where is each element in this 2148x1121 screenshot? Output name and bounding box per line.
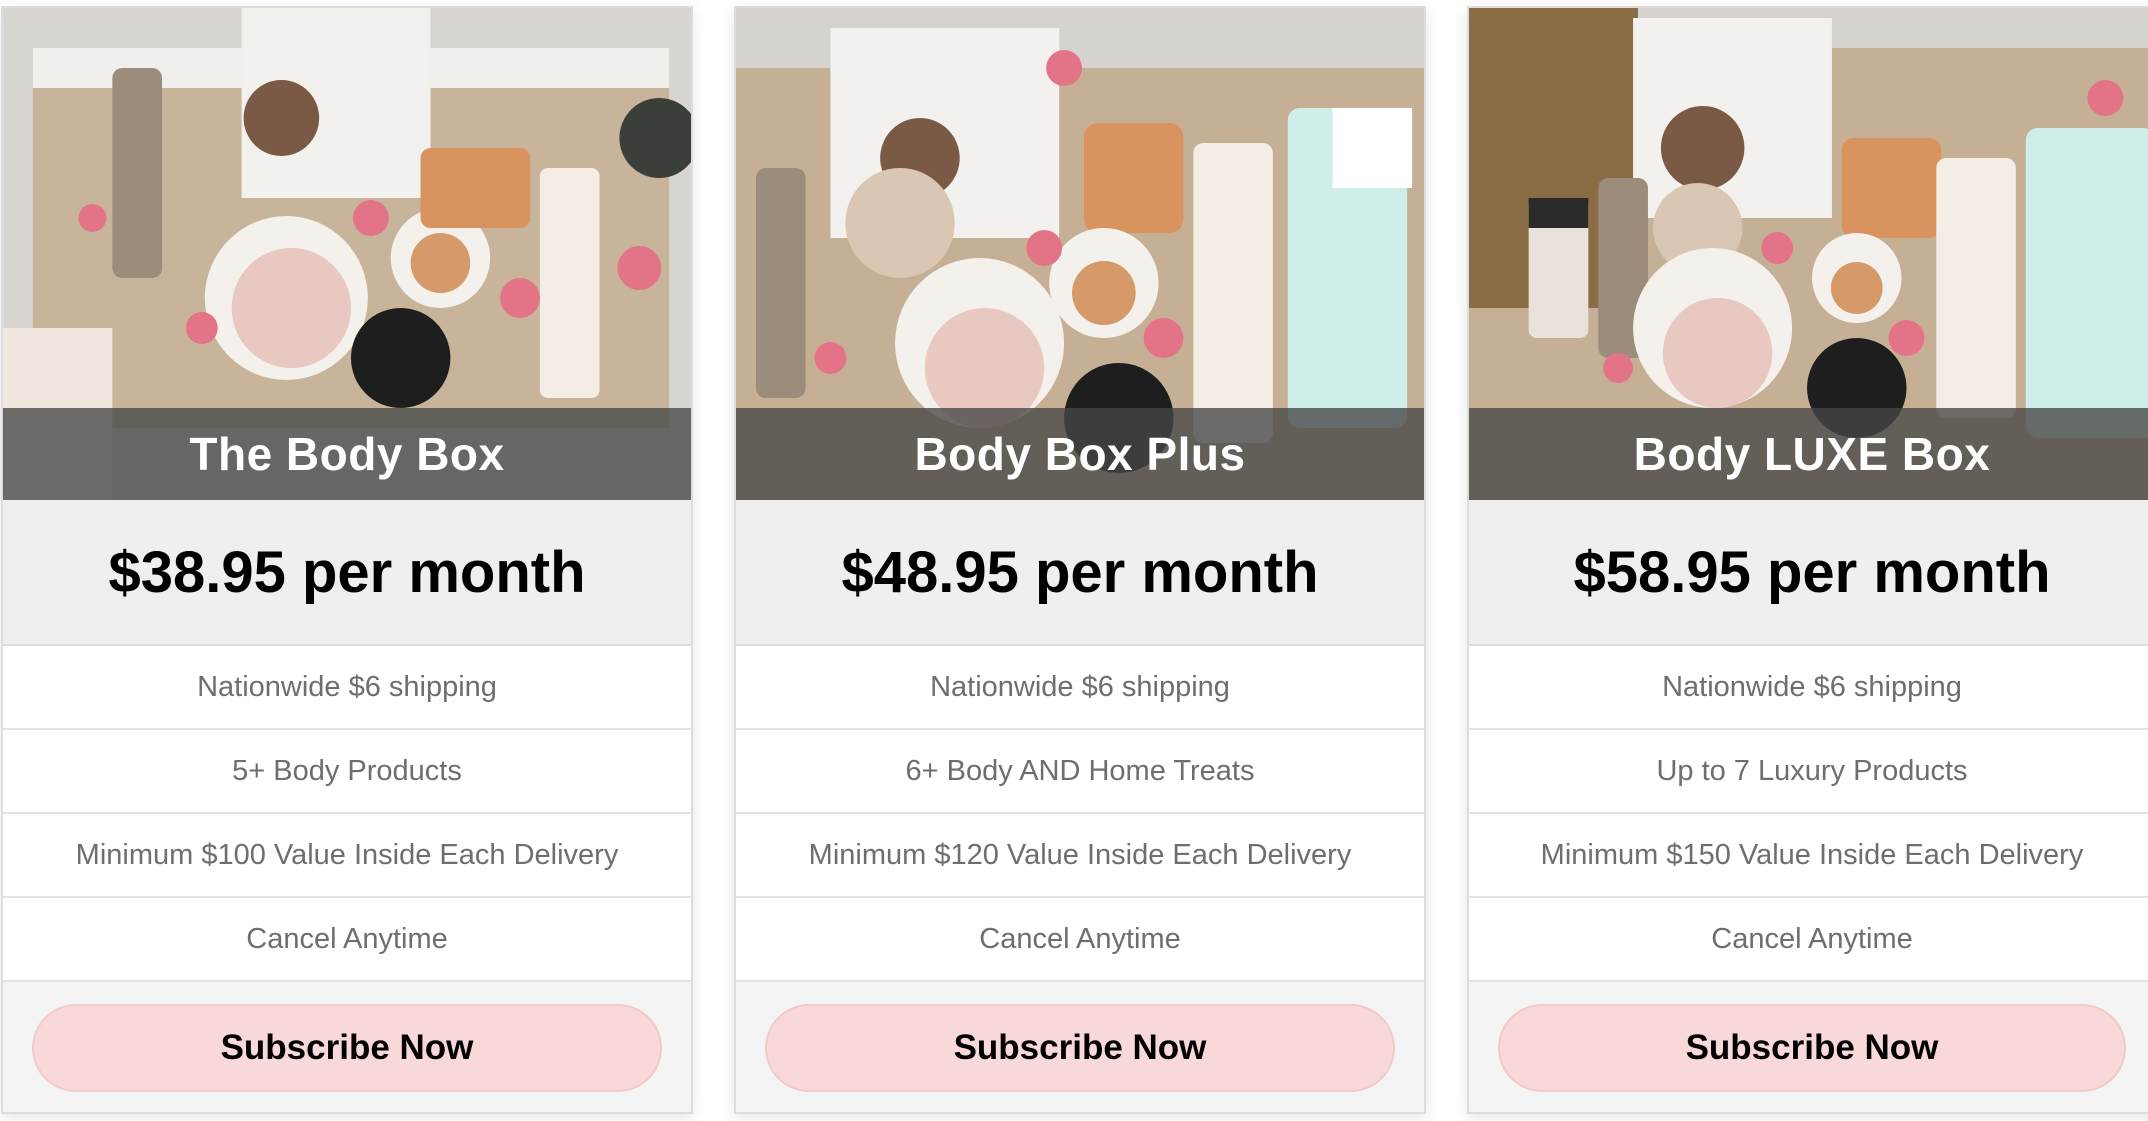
- plan-title-bar: The Body Box: [3, 408, 691, 500]
- product-photo: Body LUXE Box: [1469, 8, 2148, 500]
- subscribe-button[interactable]: Subscribe Now: [1498, 1003, 2126, 1092]
- subscribe-button[interactable]: Subscribe Now: [32, 1003, 662, 1092]
- feature-item: Minimum $120 Value Inside Each Delivery: [736, 814, 1424, 898]
- feature-item: Up to 7 Luxury Products: [1469, 730, 2148, 814]
- plan-price: $48.95 per month: [841, 539, 1319, 605]
- plan-price: $58.95 per month: [1573, 539, 2051, 605]
- feature-item: Nationwide $6 shipping: [736, 646, 1424, 730]
- plan-card-body-box-plus: Body Box Plus $48.95 per month Nationwid…: [734, 6, 1426, 1114]
- feature-item: Minimum $150 Value Inside Each Delivery: [1469, 814, 2148, 898]
- plan-card-body-box: The Body Box $38.95 per month Nationwide…: [1, 6, 693, 1114]
- pricing-table: The Body Box $38.95 per month Nationwide…: [0, 0, 2148, 1121]
- cta-row: Subscribe Now: [736, 982, 1424, 1112]
- plan-title: Body LUXE Box: [1633, 428, 1991, 480]
- plan-title: Body Box Plus: [914, 428, 1246, 480]
- plan-price: $38.95 per month: [108, 539, 586, 605]
- feature-item: 5+ Body Products: [3, 730, 691, 814]
- feature-item: 6+ Body AND Home Treats: [736, 730, 1424, 814]
- price-row: $48.95 per month: [736, 500, 1424, 646]
- plan-title-bar: Body LUXE Box: [1469, 408, 2148, 500]
- product-photo: The Body Box: [3, 8, 691, 500]
- feature-item: Cancel Anytime: [3, 898, 691, 982]
- feature-item: Cancel Anytime: [1469, 898, 2148, 982]
- cta-row: Subscribe Now: [1469, 982, 2148, 1112]
- feature-item: Minimum $100 Value Inside Each Delivery: [3, 814, 691, 898]
- subscribe-button[interactable]: Subscribe Now: [765, 1003, 1395, 1092]
- price-row: $58.95 per month: [1469, 500, 2148, 646]
- feature-item: Nationwide $6 shipping: [3, 646, 691, 730]
- plan-title-bar: Body Box Plus: [736, 408, 1424, 500]
- product-photo: Body Box Plus: [736, 8, 1424, 500]
- plan-card-body-luxe-box: Body LUXE Box $58.95 per month Nationwid…: [1467, 6, 2148, 1114]
- cta-row: Subscribe Now: [3, 982, 691, 1112]
- plan-title: The Body Box: [189, 428, 505, 480]
- price-row: $38.95 per month: [3, 500, 691, 646]
- feature-item: Cancel Anytime: [736, 898, 1424, 982]
- feature-item: Nationwide $6 shipping: [1469, 646, 2148, 730]
